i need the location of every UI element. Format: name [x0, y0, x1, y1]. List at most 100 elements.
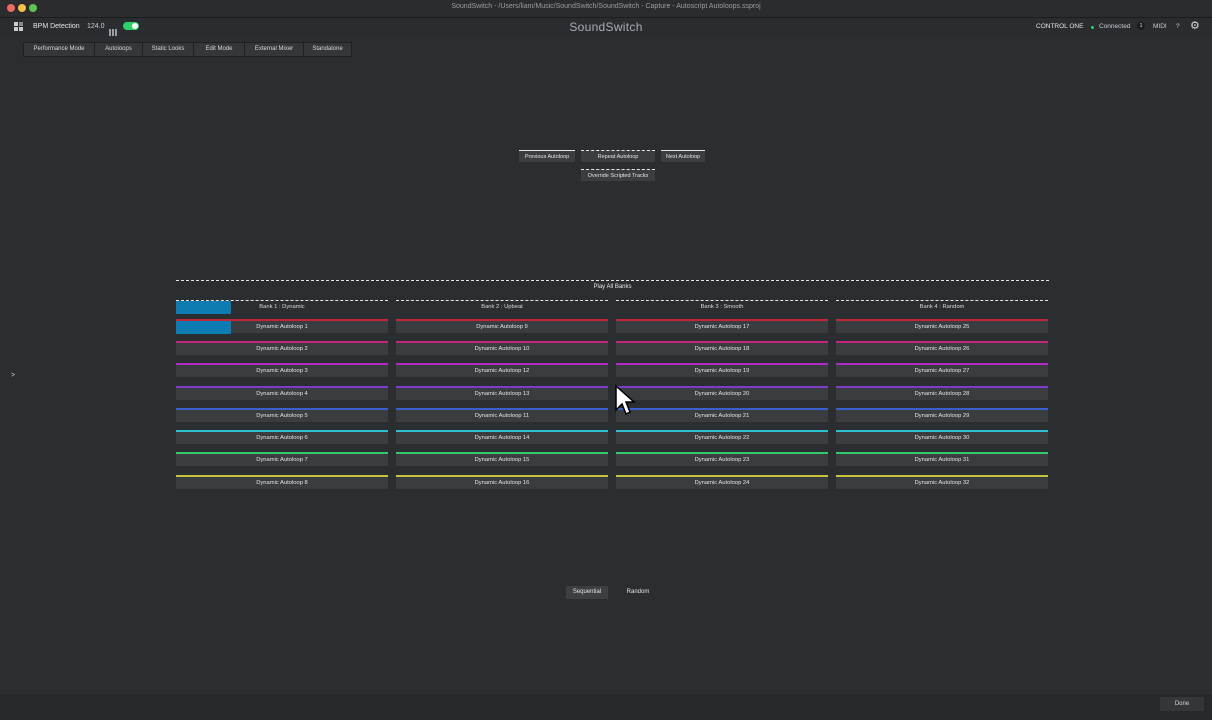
autoloop-button[interactable]: Dynamic Autoloop 8 — [176, 475, 388, 489]
autoloop-label: Dynamic Autoloop 26 — [914, 346, 970, 352]
autoloop-button[interactable]: Dynamic Autoloop 29 — [836, 408, 1048, 422]
mode-tabs: Performance Mode Autoloops Static Looks … — [23, 42, 352, 57]
autoloop-button[interactable]: Dynamic Autoloop 16 — [396, 475, 608, 489]
autoloop-button[interactable]: Dynamic Autoloop 31 — [836, 452, 1048, 466]
autoloop-button[interactable]: Dynamic Autoloop 20 — [616, 386, 828, 400]
autoloop-label: Dynamic Autoloop 27 — [914, 368, 970, 374]
mouse-cursor-icon — [615, 384, 636, 416]
autoloop-button[interactable]: Dynamic Autoloop 3 — [176, 363, 388, 377]
autoloop-label: Dynamic Autoloop 9 — [476, 324, 528, 330]
bank-label: Bank 1 : Dynamic — [259, 304, 305, 310]
autoloop-label: Dynamic Autoloop 14 — [474, 435, 530, 441]
autoloop-label: Dynamic Autoloop 5 — [256, 413, 308, 419]
tab-external-mixer[interactable]: External Mixer — [245, 43, 304, 56]
bank-label: Bank 3 : Smooth — [700, 304, 744, 310]
override-scripted-tracks-button[interactable]: Override Scripted Tracks — [581, 169, 655, 181]
bank-1-header[interactable]: Bank 1 : Dynamic — [176, 300, 388, 314]
midi-button[interactable]: MIDI — [1153, 23, 1167, 30]
tab-edit-mode[interactable]: Edit Mode — [194, 43, 245, 56]
autoloop-button[interactable]: Dynamic Autoloop 9 — [396, 319, 608, 333]
autoloop-label: Dynamic Autoloop 2 — [256, 346, 308, 352]
autoloop-button[interactable]: Dynamic Autoloop 26 — [836, 341, 1048, 355]
autoloop-label: Dynamic Autoloop 4 — [256, 391, 308, 397]
sequential-mode-button[interactable]: Sequential — [566, 586, 608, 599]
random-mode-button[interactable]: Random — [618, 586, 658, 599]
autoloop-label: Dynamic Autoloop 18 — [694, 346, 750, 352]
autoloop-button[interactable]: Dynamic Autoloop 24 — [616, 475, 828, 489]
autoloop-button[interactable]: Dynamic Autoloop 28 — [836, 386, 1048, 400]
bank-label: Bank 4 : Random — [919, 304, 965, 310]
tab-static-looks[interactable]: Static Looks — [143, 43, 194, 56]
autoloop-label: Dynamic Autoloop 1 — [256, 324, 308, 330]
autoloop-label: Dynamic Autoloop 12 — [474, 368, 530, 374]
autoloop-label: Dynamic Autoloop 30 — [914, 435, 970, 441]
autoloop-button[interactable]: Dynamic Autoloop 14 — [396, 430, 608, 444]
window-titlebar: SoundSwitch - /Users/liam/Music/SoundSwi… — [0, 0, 1212, 18]
window-title: SoundSwitch - /Users/liam/Music/SoundSwi… — [451, 3, 761, 10]
autoloop-label: Dynamic Autoloop 29 — [914, 413, 970, 419]
autoloop-button[interactable]: Dynamic Autoloop 2 — [176, 341, 388, 355]
autoloop-button[interactable]: Dynamic Autoloop 32 — [836, 475, 1048, 489]
bank-2-header[interactable]: Bank 2 : Upbeat — [396, 300, 608, 313]
autoloop-button[interactable]: Dynamic Autoloop 6 — [176, 430, 388, 444]
tab-performance-mode[interactable]: Performance Mode — [24, 43, 95, 56]
autoloop-button[interactable]: Dynamic Autoloop 27 — [836, 363, 1048, 377]
autoloop-label: Dynamic Autoloop 17 — [694, 324, 750, 330]
autoloop-label: Dynamic Autoloop 25 — [914, 324, 970, 330]
autoloop-button[interactable]: Dynamic Autoloop 4 — [176, 386, 388, 400]
expand-sidebar-button[interactable]: > — [11, 372, 15, 379]
autoloop-button[interactable]: Dynamic Autoloop 1 — [176, 319, 388, 334]
autoloop-label: Dynamic Autoloop 6 — [256, 435, 308, 441]
autoloop-button[interactable]: Dynamic Autoloop 18 — [616, 341, 828, 355]
connection-status: Connected — [1099, 23, 1131, 30]
brand-logo: SoundSwitch — [569, 20, 643, 34]
autoloop-label: Dynamic Autoloop 13 — [474, 391, 530, 397]
app-header: BPM Detection 124.0 SoundSwitch CONTROL … — [0, 18, 1212, 36]
bank-3-header[interactable]: Bank 3 : Smooth — [616, 300, 828, 313]
connection-status-icon — [1091, 26, 1094, 29]
autoloop-button[interactable]: Dynamic Autoloop 21 — [616, 408, 828, 422]
autoloop-label: Dynamic Autoloop 8 — [256, 480, 308, 486]
tab-autoloops[interactable]: Autoloops — [95, 43, 143, 56]
autoloop-button[interactable]: Dynamic Autoloop 15 — [396, 452, 608, 466]
autoloop-button[interactable]: Dynamic Autoloop 5 — [176, 408, 388, 422]
autoloop-button[interactable]: Dynamic Autoloop 10 — [396, 341, 608, 355]
repeat-autoloop-button[interactable]: Repeat Autoloop — [581, 150, 655, 162]
autoloop-button[interactable]: Dynamic Autoloop 17 — [616, 319, 828, 333]
play-all-banks-button[interactable]: Play All Banks — [176, 280, 1049, 292]
device-name: CONTROL ONE — [1036, 23, 1084, 30]
autoloop-button[interactable]: Dynamic Autoloop 7 — [176, 452, 388, 466]
autoloop-label: Dynamic Autoloop 16 — [474, 480, 530, 486]
tab-standalone[interactable]: Standalone — [304, 43, 351, 56]
autoloop-label: Dynamic Autoloop 23 — [694, 457, 750, 463]
autoloop-label: Dynamic Autoloop 11 — [474, 413, 530, 419]
help-button[interactable]: ? — [1176, 23, 1180, 30]
autoloop-label: Dynamic Autoloop 22 — [694, 435, 750, 441]
autoloop-button[interactable]: Dynamic Autoloop 25 — [836, 319, 1048, 333]
bank-label: Bank 2 : Upbeat — [481, 304, 523, 310]
autoloop-button[interactable]: Dynamic Autoloop 13 — [396, 386, 608, 400]
autoloop-label: Dynamic Autoloop 20 — [694, 391, 750, 397]
autoloop-button[interactable]: Dynamic Autoloop 22 — [616, 430, 828, 444]
autoloop-label: Dynamic Autoloop 7 — [256, 457, 308, 463]
autoloop-label: Dynamic Autoloop 31 — [914, 457, 970, 463]
autoloop-label: Dynamic Autoloop 24 — [694, 480, 750, 486]
autoloop-button[interactable]: Dynamic Autoloop 19 — [616, 363, 828, 377]
device-count-badge: 1 — [1137, 22, 1145, 30]
next-autoloop-button[interactable]: Next Autoloop — [661, 150, 705, 162]
autoloop-button[interactable]: Dynamic Autoloop 12 — [396, 363, 608, 377]
bank-4-header[interactable]: Bank 4 : Random — [836, 300, 1048, 313]
autoloop-label: Dynamic Autoloop 21 — [694, 413, 750, 419]
autoloop-label: Dynamic Autoloop 32 — [914, 480, 970, 486]
autoloop-progress-fill — [176, 321, 231, 334]
previous-autoloop-button[interactable]: Previous Autoloop — [519, 150, 575, 162]
autoloop-button[interactable]: Dynamic Autoloop 11 — [396, 408, 608, 422]
autoloop-label: Dynamic Autoloop 3 — [256, 368, 308, 374]
autoloop-label: Dynamic Autoloop 19 — [694, 368, 750, 374]
done-button[interactable]: Done — [1160, 697, 1204, 711]
autoloop-label: Dynamic Autoloop 10 — [474, 346, 530, 352]
autoloop-button[interactable]: Dynamic Autoloop 30 — [836, 430, 1048, 444]
gear-icon[interactable]: ⚙ — [1190, 20, 1200, 32]
autoloop-label: Dynamic Autoloop 28 — [914, 391, 970, 397]
autoloop-button[interactable]: Dynamic Autoloop 23 — [616, 452, 828, 466]
